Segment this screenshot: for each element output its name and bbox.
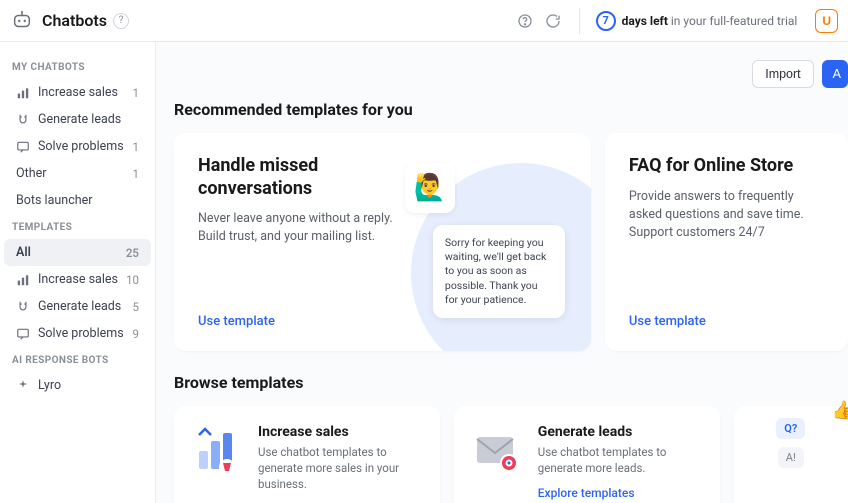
a-chip: A! — [778, 447, 804, 468]
chat-help-icon — [16, 327, 30, 341]
sidebar-item-other[interactable]: Other 1 — [4, 160, 151, 187]
trial-days-circle: 7 — [596, 11, 616, 31]
bars-up-icon — [16, 86, 30, 100]
sidebar-item-label: Solve problems — [38, 139, 124, 154]
browse-title: Increase sales — [258, 424, 422, 440]
template-title: FAQ for Online Store — [629, 155, 824, 178]
trial-text: days left in your full-featured trial — [622, 14, 798, 28]
topbar: Chatbots ? 7 days left in your full-feat… — [0, 0, 848, 42]
sidebar-item-count: 5 — [133, 300, 139, 314]
sidebar-item-count: 9 — [133, 327, 139, 341]
refresh-icon[interactable] — [545, 13, 561, 29]
use-template-link[interactable]: Use template — [629, 314, 706, 329]
sidebar-section-my-chatbots: MY CHATBOTS — [0, 54, 155, 79]
add-button[interactable]: A — [822, 60, 848, 88]
envelope-target-icon — [470, 424, 524, 478]
sidebar-item-label: All — [16, 245, 31, 260]
sidebar-item-label: Lyro — [38, 378, 61, 393]
sidebar-item-solve-problems[interactable]: Solve problems 1 — [4, 133, 151, 160]
sidebar-item-increase-sales[interactable]: Increase sales 1 — [4, 79, 151, 106]
sidebar-item-label: Increase sales — [38, 272, 118, 287]
sidebar-item-count: 1 — [133, 86, 139, 100]
sidebar-item-tpl-generate-leads[interactable]: Generate leads 5 — [4, 293, 151, 320]
browse-card-generate-leads[interactable]: Generate leads Use chatbot templates to … — [454, 406, 720, 503]
sidebar-item-label: Generate leads — [38, 112, 121, 127]
browse-card-ai-qa[interactable]: 👍 Q? A! — [734, 406, 848, 503]
browse-card-increase-sales[interactable]: Increase sales Use chatbot templates to … — [174, 406, 440, 503]
browse-desc: Use chatbot templates to generate more s… — [258, 444, 422, 492]
help-icon[interactable]: ? — [113, 13, 129, 29]
browse-heading: Browse templates — [174, 373, 848, 392]
sidebar-item-generate-leads[interactable]: Generate leads — [4, 106, 151, 133]
bar-chart-icon — [190, 424, 244, 478]
trial-badge: 7 days left in your full-featured trial — [596, 11, 798, 31]
magnet-icon — [16, 113, 30, 127]
upgrade-button[interactable]: U — [815, 9, 838, 33]
raising-hand-icon: 🙋‍♂️ — [405, 163, 455, 213]
template-card-handle-missed[interactable]: 🙋‍♂️ Sorry for keeping you waiting, we'l… — [174, 133, 591, 351]
sidebar-section-ai-bots: AI RESPONSE BOTS — [0, 347, 155, 372]
template-card-faq-store[interactable]: FAQ for Online Store Provide answers to … — [605, 133, 848, 351]
template-title: Handle missed conversations — [198, 155, 398, 200]
q-chip: Q? — [776, 418, 805, 439]
bars-up-icon — [16, 273, 30, 287]
sidebar-item-tpl-increase-sales[interactable]: Increase sales 10 — [4, 266, 151, 293]
sidebar-item-count: 10 — [126, 273, 139, 287]
chat-help-icon — [16, 140, 30, 154]
thumbs-up-icon: 👍 — [832, 400, 848, 421]
browse-desc: Use chatbot templates to generate more l… — [538, 444, 702, 476]
sidebar-item-tpl-solve-problems[interactable]: Solve problems 9 — [4, 320, 151, 347]
sidebar-item-label: Bots launcher — [16, 193, 92, 208]
template-desc: Provide answers to frequently asked ques… — [629, 188, 824, 242]
browse-row: Increase sales Use chatbot templates to … — [174, 406, 848, 503]
sidebar-item-lyro[interactable]: Lyro — [4, 372, 151, 399]
sidebar-item-label: Other — [16, 166, 46, 181]
sidebar-item-all-templates[interactable]: All 25 — [4, 239, 151, 266]
sidebar: MY CHATBOTS Increase sales 1 Generate le… — [0, 42, 156, 503]
help-circle-icon[interactable] — [517, 13, 533, 29]
chat-bubble: Sorry for keeping you waiting, we'll get… — [433, 225, 565, 318]
toolbar: Import A — [752, 60, 848, 88]
sidebar-item-label: Generate leads — [38, 299, 121, 314]
sparkle-icon — [16, 379, 30, 393]
chatbot-logo-icon — [10, 9, 34, 33]
sidebar-item-label: Increase sales — [38, 85, 118, 100]
browse-title: Generate leads — [538, 424, 702, 440]
sidebar-item-count: 1 — [133, 167, 139, 181]
sidebar-item-label: Solve problems — [38, 326, 124, 341]
import-button[interactable]: Import — [752, 60, 813, 88]
sidebar-item-count: 25 — [126, 246, 139, 260]
template-desc: Never leave anyone without a reply. Buil… — [198, 210, 398, 246]
sidebar-item-bots-launcher[interactable]: Bots launcher — [4, 187, 151, 214]
divider — [579, 8, 580, 34]
recommended-row: 🙋‍♂️ Sorry for keeping you waiting, we'l… — [174, 133, 848, 351]
recommended-heading: Recommended templates for you — [174, 100, 848, 119]
sidebar-section-templates: TEMPLATES — [0, 214, 155, 239]
content: Import A Recommended templates for you 🙋… — [156, 42, 848, 503]
page-title: Chatbots — [42, 11, 107, 30]
use-template-link[interactable]: Use template — [198, 314, 275, 329]
magnet-icon — [16, 300, 30, 314]
sidebar-item-count: 1 — [133, 140, 139, 154]
explore-templates-link[interactable]: Explore templates — [538, 486, 702, 500]
